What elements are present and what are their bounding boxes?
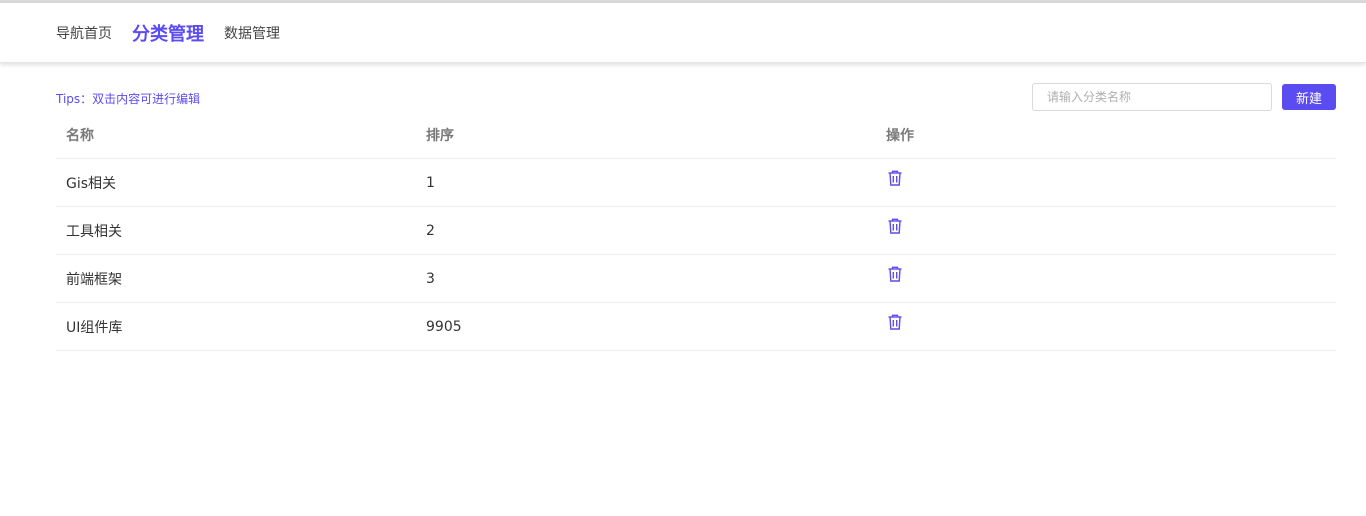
row-order-cell[interactable]: 2 [416, 223, 876, 239]
row-actions-cell [876, 266, 1336, 287]
top-navbar: 导航首页 分类管理 数据管理 [0, 3, 1366, 63]
delete-icon[interactable] [886, 313, 904, 331]
table-row: 前端框架 3 [56, 255, 1336, 303]
nav-menu: 导航首页 分类管理 数据管理 [56, 3, 300, 63]
nav-item-category-management[interactable]: 分类管理 [132, 20, 204, 46]
category-table: 名称 排序 操作 Gis相关 1 工具相关 2 前端框架 3 UI组件库 990… [56, 111, 1336, 351]
table-row: Gis相关 1 [56, 159, 1336, 207]
table-row: 工具相关 2 [56, 207, 1336, 255]
row-order-cell[interactable]: 1 [416, 175, 876, 191]
new-button[interactable]: 新建 [1282, 84, 1336, 110]
row-name-cell[interactable]: Gis相关 [56, 173, 416, 193]
row-order-cell[interactable]: 3 [416, 271, 876, 287]
delete-icon[interactable] [886, 217, 904, 235]
tips-text: Tips：双击内容可进行编辑 [56, 92, 201, 106]
column-header-name: 名称 [66, 127, 94, 144]
row-order-cell[interactable]: 9905 [416, 319, 876, 335]
table-row: UI组件库 9905 [56, 303, 1336, 351]
delete-icon[interactable] [886, 169, 904, 187]
row-actions-cell [876, 218, 1336, 239]
row-name-cell[interactable]: 前端框架 [56, 269, 416, 289]
row-actions-cell [876, 170, 1336, 191]
row-name-cell[interactable]: 工具相关 [56, 221, 416, 241]
column-header-order: 排序 [426, 127, 454, 144]
category-name-input[interactable] [1032, 83, 1272, 111]
row-name-cell[interactable]: UI组件库 [56, 317, 416, 337]
column-header-actions: 操作 [886, 127, 914, 144]
delete-icon[interactable] [886, 265, 904, 283]
nav-item-data-management[interactable]: 数据管理 [224, 23, 280, 43]
nav-item-home[interactable]: 导航首页 [56, 23, 112, 43]
row-actions-cell [876, 314, 1336, 335]
table-header-row: 名称 排序 操作 [56, 111, 1336, 159]
